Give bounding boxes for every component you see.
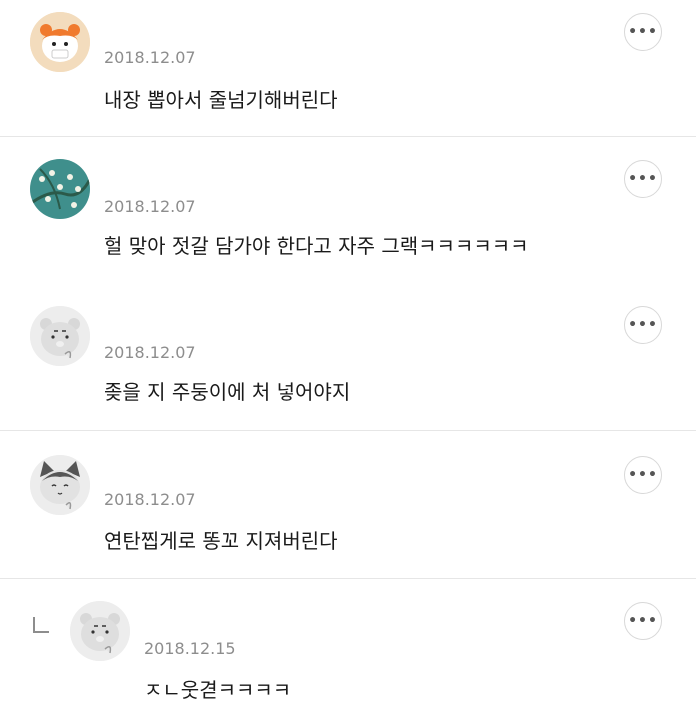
comment-text: 연탄찝게로 똥꼬 지져버린다 — [104, 529, 338, 553]
hamster-avatar-icon — [30, 12, 90, 72]
comment-date: 2018.12.07 — [104, 197, 196, 216]
avatar[interactable] — [30, 455, 90, 515]
avatar[interactable] — [70, 601, 130, 661]
username[interactable] — [144, 609, 214, 623]
more-options-icon: ••• — [628, 24, 658, 40]
ryan-character-avatar-icon — [30, 306, 90, 366]
comment-date: 2018.12.15 — [144, 639, 236, 658]
reply-arrow-icon — [33, 617, 49, 633]
comment-item: 2018.12.07 좆을 지 주둥이에 처 넣어야지 ••• — [0, 284, 696, 430]
cat-character-avatar-icon — [30, 455, 90, 515]
more-options-icon: ••• — [628, 467, 658, 483]
more-options-button[interactable]: ••• — [624, 456, 662, 494]
comment-date: 2018.12.07 — [104, 48, 196, 67]
comment-text: ㅈㄴ웃겯ㅋㅋㅋㅋ — [144, 678, 292, 702]
more-options-icon: ••• — [628, 613, 658, 629]
more-options-button[interactable]: ••• — [624, 306, 662, 344]
more-options-button[interactable]: ••• — [624, 602, 662, 640]
avatar[interactable] — [30, 306, 90, 366]
comment-date: 2018.12.07 — [104, 490, 196, 509]
more-options-icon: ••• — [628, 171, 658, 187]
almond-blossom-avatar-icon — [30, 159, 90, 219]
comment-text: 내장 뽑아서 줄넘기해버린다 — [104, 88, 338, 112]
comment-item: 2018.12.07 헐 맞아 젓갈 담가야 한다고 자주 그랙ㅋㅋㅋㅋㅋㅋ •… — [0, 137, 696, 284]
username[interactable] — [104, 175, 194, 189]
comment-item: 2018.12.07 내장 뽑아서 줄넘기해버린다 ••• — [0, 0, 696, 136]
comment-date: 2018.12.07 — [104, 343, 196, 362]
username[interactable] — [104, 314, 214, 328]
comment-text: 헐 맞아 젓갈 담가야 한다고 자주 그랙ㅋㅋㅋㅋㅋㅋ — [104, 234, 529, 258]
ryan-character-avatar-icon — [70, 601, 130, 661]
comment-item: 2018.12.07 연탄찝게로 똥꼬 지져버린다 ••• — [0, 431, 696, 578]
more-options-button[interactable]: ••• — [624, 160, 662, 198]
username[interactable] — [104, 18, 214, 32]
avatar[interactable] — [30, 12, 90, 72]
reply-comment-item: 2018.12.15 ㅈㄴ웃겯ㅋㅋㅋㅋ ••• — [0, 579, 696, 709]
username[interactable] — [104, 467, 174, 481]
more-options-button[interactable]: ••• — [624, 13, 662, 51]
more-options-icon: ••• — [628, 317, 658, 333]
avatar[interactable] — [30, 159, 90, 219]
comment-text: 좆을 지 주둥이에 처 넣어야지 — [104, 380, 351, 404]
